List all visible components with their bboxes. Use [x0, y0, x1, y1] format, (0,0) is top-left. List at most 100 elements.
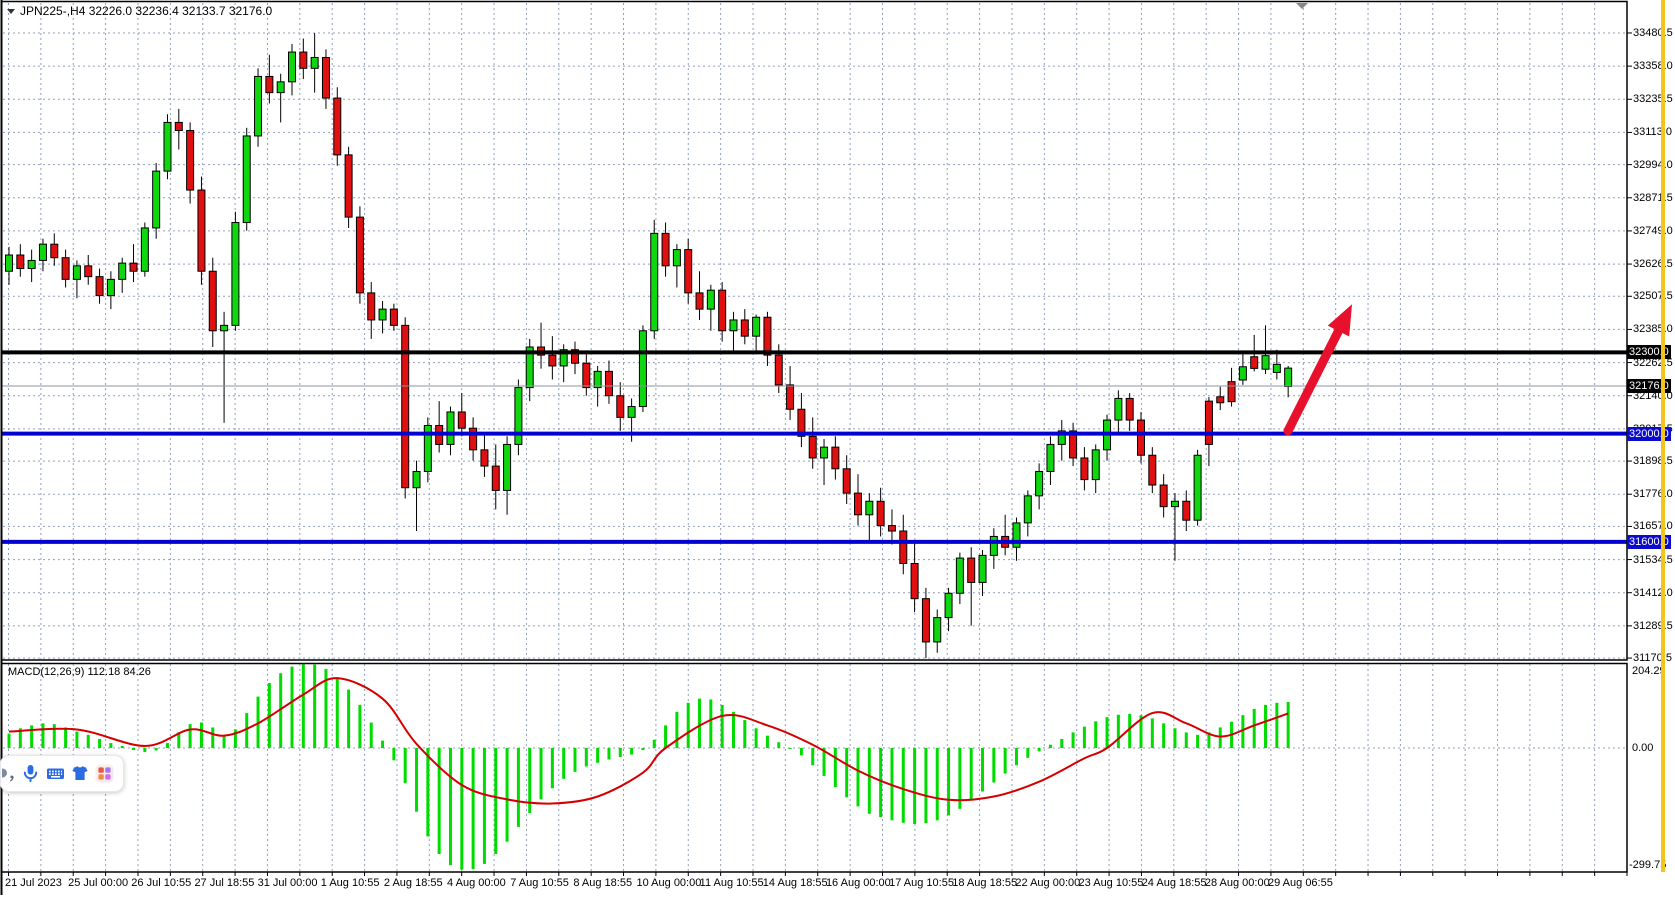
macd-histogram-bar	[494, 748, 497, 854]
time-axis-label: 28 Aug 00:00	[1205, 877, 1270, 889]
macd-histogram-bar	[189, 724, 192, 748]
macd-histogram-bar	[87, 735, 90, 748]
tshirt-icon[interactable]	[70, 764, 89, 784]
macd-histogram-bar	[641, 748, 644, 750]
macd-histogram-bar	[211, 727, 214, 748]
candle-bull	[1092, 450, 1099, 480]
price-axis-label: 32749.0	[1633, 225, 1673, 237]
macd-histogram-bar	[834, 748, 837, 787]
candle-bear	[968, 558, 975, 582]
candle-bull	[1036, 471, 1043, 495]
macd-histogram-bar	[664, 725, 667, 748]
symbol-dropdown-icon[interactable]	[7, 9, 15, 14]
candle-bull	[979, 555, 986, 582]
symbol-ohlc-label: JPN225-,H4 32226.0 32236.4 32133.7 32176…	[7, 4, 272, 18]
macd-histogram-bar	[358, 705, 361, 748]
apps-grid-icon[interactable]	[95, 764, 114, 784]
candle-bull	[1047, 444, 1054, 471]
macd-histogram-bar	[1196, 735, 1199, 748]
macd-histogram-bar	[506, 748, 509, 842]
candle-bear	[696, 293, 703, 309]
chart-canvas[interactable]	[0, 0, 1675, 900]
macd-histogram-bar	[619, 748, 622, 757]
candle-bull	[107, 279, 114, 295]
candle-bull	[447, 412, 454, 444]
keyboard-icon[interactable]	[46, 764, 65, 784]
time-axis-label: 27 Jul 18:55	[194, 877, 254, 889]
macd-histogram-bar	[1015, 748, 1018, 765]
candle-bear	[843, 469, 850, 493]
candle-bear	[266, 76, 273, 92]
macd-histogram-bar	[913, 748, 916, 824]
macd-histogram-bar	[1219, 727, 1222, 748]
candle-bear	[775, 355, 782, 385]
candle-bull	[1285, 368, 1292, 386]
candle-bear	[300, 52, 307, 68]
candle-bull	[255, 76, 262, 136]
macd-histogram-bar	[879, 748, 882, 817]
candle-bull	[956, 558, 963, 593]
microphone-icon[interactable]	[21, 764, 40, 784]
macd-histogram-bar	[1026, 748, 1029, 758]
candle-bull	[707, 290, 714, 309]
macd-histogram-bar	[155, 748, 158, 750]
candle-bear	[1205, 401, 1212, 444]
macd-histogram-bar	[766, 736, 769, 748]
candle-bear	[85, 266, 92, 277]
time-axis-label: 23 Aug 10:55	[1079, 877, 1144, 889]
macd-histogram-bar	[53, 724, 56, 748]
price-axis-label: 31170.5	[1633, 652, 1672, 664]
macd-histogram-bar	[1117, 715, 1120, 748]
candle-bull	[753, 317, 760, 336]
macd-histogram-bar	[675, 712, 678, 748]
price-axis-label: 33235.5	[1633, 93, 1673, 105]
macd-histogram-bar	[755, 728, 758, 748]
candle-bear	[1126, 398, 1133, 420]
macd-histogram-bar	[143, 748, 146, 752]
candle-bear	[334, 98, 341, 155]
candle-bull	[934, 618, 941, 642]
candle-bull	[628, 407, 635, 418]
macd-histogram-bar	[981, 748, 984, 792]
macd-histogram-bar	[1060, 739, 1063, 748]
candle-bull	[1194, 455, 1201, 520]
macd-histogram-bar	[1038, 748, 1041, 751]
candle-bear	[900, 531, 907, 563]
price-axis-label: 33113.0	[1633, 126, 1672, 138]
cursor-partial-icon[interactable]	[2, 764, 15, 784]
candle-bear	[96, 277, 103, 296]
candle-bear	[187, 131, 194, 191]
macd-histogram-bar	[426, 748, 429, 836]
candle-bear	[175, 122, 182, 130]
macd-histogram-bar	[596, 748, 599, 763]
macd-histogram-bar	[1151, 718, 1154, 748]
macd-histogram-bar	[1253, 709, 1256, 748]
macd-histogram-bar	[924, 748, 927, 823]
candle-bull	[277, 82, 284, 93]
price-axis-label: 31776.0	[1633, 488, 1673, 500]
candle-bear	[741, 320, 748, 336]
macd-histogram-bar	[777, 742, 780, 748]
candle-bear	[877, 501, 884, 525]
candle-bull	[221, 325, 228, 330]
macd-histogram-bar	[381, 741, 384, 748]
candle-bear	[198, 190, 205, 271]
macd-histogram-bar	[1264, 705, 1267, 748]
candle-bear	[605, 371, 612, 395]
candle-bear	[1217, 397, 1224, 403]
candle-bull	[28, 260, 35, 268]
candle-bear	[481, 450, 488, 466]
candle-bear	[685, 250, 692, 293]
macd-histogram-bar	[540, 748, 543, 799]
macd-histogram-bar	[551, 748, 554, 788]
candle-bear	[809, 436, 816, 458]
time-axis-label: 2 Aug 18:55	[384, 877, 443, 889]
candle-bull	[413, 471, 420, 487]
browser-extension-toolbar	[0, 755, 124, 792]
candle-bull	[1024, 496, 1031, 523]
macd-pane-border	[2, 664, 1628, 873]
macd-histogram-bar	[811, 748, 814, 765]
candle-bear	[888, 526, 895, 531]
macd-histogram-bar	[585, 748, 588, 766]
candle-bull	[379, 309, 386, 320]
